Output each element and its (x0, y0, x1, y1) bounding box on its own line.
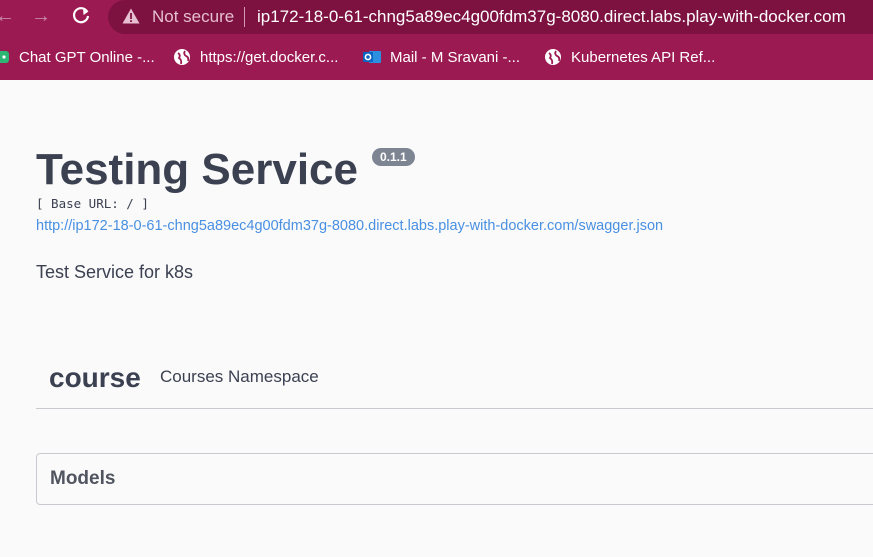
globe-icon (545, 49, 561, 65)
version-badge: 0.1.1 (372, 148, 415, 166)
bookmark-mail[interactable]: Mail - M Sravani -... (363, 46, 520, 68)
bookmark-label: Chat GPT Online -... (19, 48, 155, 66)
tag-description: Courses Namespace (160, 367, 319, 386)
tag-name[interactable]: course (49, 361, 141, 395)
base-url: [ Base URL: / ] (36, 196, 149, 211)
bookmark-label: Mail - M Sravani -... (390, 48, 521, 66)
omnibox-divider (244, 7, 245, 27)
bookmark-label: Kubernetes API Ref... (571, 48, 716, 66)
outlook-icon (363, 51, 381, 63)
chatgpt-icon (0, 51, 9, 63)
swagger-page: Testing Service 0.1.1 [ Base URL: / ] ht… (0, 80, 873, 557)
page-title: Testing Service (36, 145, 358, 194)
warning-icon[interactable] (122, 8, 140, 24)
bookmark-label: https://get.docker.c... (200, 48, 339, 66)
bookmark-chatgpt[interactable]: Chat GPT Online -... (0, 46, 155, 68)
security-status-label[interactable]: Not secure (152, 7, 234, 27)
reload-icon[interactable] (70, 5, 92, 27)
url-text[interactable]: ip172-18-0-61-chng5a89ec4g00fdm37g-8080.… (257, 6, 846, 28)
forward-arrow-icon[interactable]: → (30, 5, 52, 27)
swagger-json-link[interactable]: http://ip172-18-0-61-chng5a89ec4g00fdm37… (36, 217, 663, 235)
tag-section-course[interactable]: course Courses Namespace (36, 352, 873, 409)
globe-icon (174, 49, 190, 65)
service-description: Test Service for k8s (36, 262, 194, 282)
models-section[interactable]: Models (36, 453, 873, 505)
back-arrow-icon[interactable]: ← (0, 5, 16, 27)
bookmark-kubernetes[interactable]: Kubernetes API Ref... (544, 46, 715, 68)
bookmark-docker[interactable]: https://get.docker.c... (173, 46, 338, 68)
models-title[interactable]: Models (50, 468, 115, 490)
